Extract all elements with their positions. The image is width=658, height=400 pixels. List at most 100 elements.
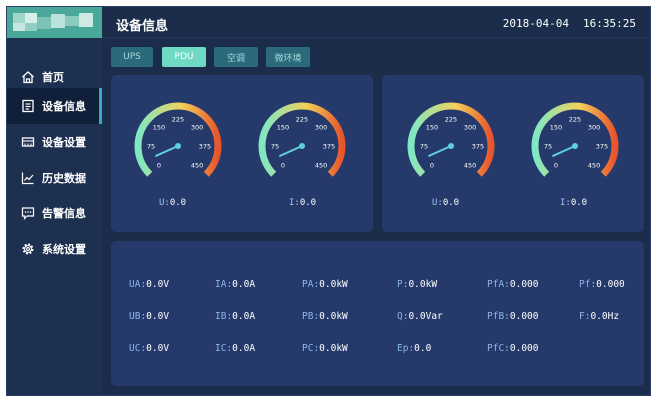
current-readout: I:0.0 <box>289 198 317 208</box>
logo <box>7 7 102 38</box>
gauge-panel-right: 0 75 150 225 300 375 450 0 75 150 225 300 375 450 U:… <box>382 75 644 232</box>
metric-item: Pf:0.000 <box>579 279 625 290</box>
gauge-tick-label: 375 <box>199 143 211 151</box>
metric-value: 0.0kW <box>319 279 348 290</box>
sidebar-item-device-info[interactable]: 设备信息 <box>7 88 102 124</box>
metric-value: 0.0V <box>146 343 170 354</box>
metric-value: 0.0 <box>414 343 432 354</box>
sidebar-item-history[interactable]: 历史数据 <box>7 160 102 196</box>
sidebar-item-system-settings[interactable]: 系统设置 <box>7 231 102 267</box>
metric-item: IA:0.0A <box>215 279 255 290</box>
gauge-tick-label: 225 <box>569 116 581 124</box>
gauge-panel-left: 0 75 150 225 300 375 450 0 75 150 225 300 375 450 U:… <box>111 75 373 232</box>
gauge-tick-label: 300 <box>464 123 476 131</box>
gauge-hub <box>572 143 578 149</box>
sidebar-item-alarms[interactable]: 告警信息 <box>7 195 102 231</box>
readout-value: 0.0 <box>169 198 187 208</box>
sidebar-item-label: 首页 <box>42 71 64 84</box>
gauge-dial: 0 75 150 225 300 375 450 <box>134 102 222 177</box>
metric-label: PfB: <box>487 311 510 322</box>
metric-value: 0.0A <box>232 279 256 290</box>
datetime: 2018-04-04 16:35:25 <box>489 17 636 30</box>
gauge-tick-label: 375 <box>596 143 608 151</box>
metric-item: Q:0.0Var <box>397 311 443 322</box>
gear-icon <box>22 243 34 255</box>
metric-value: 0.0V <box>146 279 170 290</box>
document-list-icon <box>22 99 34 113</box>
voltage-readout: U:0.0 <box>159 198 187 208</box>
tab-ups[interactable]: UPS <box>111 47 153 67</box>
gauge-tick-label: 225 <box>172 116 184 124</box>
metric-item: PfC:0.000 <box>487 343 539 354</box>
gauge-tick-label: 0 <box>281 162 285 170</box>
metric-label: PfC: <box>487 343 510 354</box>
gauge-tick-label: 75 <box>147 143 155 151</box>
page-title: 设备信息 <box>116 19 169 34</box>
gauge-tick-label: 0 <box>430 162 434 170</box>
gauge-tick-label: 300 <box>315 123 327 131</box>
metric-item: PfA:0.000 <box>487 279 539 290</box>
gauge-tick-label: 300 <box>191 123 203 131</box>
gauge-tick-label: 300 <box>588 123 600 131</box>
gauge-needle <box>552 145 576 157</box>
sidebar-item-label: 设备信息 <box>42 100 86 113</box>
metric-value: 0.000 <box>509 279 539 290</box>
gauge-needle <box>155 145 179 157</box>
current-gauge: 0 75 150 225 300 375 450 <box>247 91 357 191</box>
metric-value: 0.0kW <box>319 343 348 354</box>
readout-value: 0.0 <box>442 198 460 208</box>
metric-item: P:0.0kW <box>397 279 437 290</box>
metric-item: PC:0.0kW <box>302 343 348 354</box>
metric-item: PB:0.0kW <box>302 311 348 322</box>
active-indicator <box>99 88 102 124</box>
gauge-tick-label: 75 <box>271 143 279 151</box>
gauge-tick-label: 225 <box>296 116 308 124</box>
message-icon <box>21 207 35 220</box>
metric-item: F:0.0Hz <box>579 311 619 322</box>
gauge-tick-label: 375 <box>472 143 484 151</box>
gauge-tick-label: 0 <box>157 162 161 170</box>
gauge-tick-label: 450 <box>191 162 203 170</box>
gauge-tick-label: 450 <box>315 162 327 170</box>
metric-label: IB: <box>215 311 233 322</box>
sidebar-item-label: 设备设置 <box>42 136 86 149</box>
header: 设备信息 2018-04-04 16:35:25 <box>102 7 650 38</box>
metric-label: PC: <box>302 343 320 354</box>
metric-label: PB: <box>302 311 320 322</box>
voltage-gauge: 0 75 150 225 300 375 450 <box>396 91 506 191</box>
metric-label: IC: <box>215 343 233 354</box>
sidebar-item-label: 历史数据 <box>42 172 86 185</box>
metric-value: 0.0kW <box>408 279 438 290</box>
metric-value: 0.0A <box>232 311 256 322</box>
home-icon <box>22 71 34 84</box>
metric-item: UA:0.0V <box>129 279 169 290</box>
gauge-hub <box>448 143 454 149</box>
tab-air-conditioner[interactable]: 空调 <box>214 47 258 67</box>
metric-value: 0.0A <box>232 343 256 354</box>
gauge-tick-label: 450 <box>588 162 600 170</box>
sidebar-item-label: 系统设置 <box>42 243 86 256</box>
sidebar: 首页 设备信息 设备设置 历史数据 告警信息 系统设置 <box>7 7 102 395</box>
readout-value: 0.0 <box>570 198 588 208</box>
gauge-dial: 0 75 150 225 300 375 450 <box>407 102 495 177</box>
metric-item: PfB:0.000 <box>487 311 539 322</box>
metric-value: 0.0V <box>146 311 170 322</box>
metric-label: UA: <box>129 279 147 290</box>
metric-label: PA: <box>302 279 320 290</box>
current-readout: I:0.0 <box>560 198 588 208</box>
voltage-gauge: 0 75 150 225 300 375 450 <box>123 91 233 191</box>
metric-item: IB:0.0A <box>215 311 255 322</box>
sidebar-item-device-settings[interactable]: 设备设置 <box>7 124 102 160</box>
metric-label: F: <box>579 311 591 322</box>
tab-micro-environment[interactable]: 微环境 <box>266 47 310 67</box>
tab-pdu[interactable]: PDU <box>162 47 206 67</box>
readout-value: 0.0 <box>299 198 317 208</box>
gauge-needle <box>428 145 452 157</box>
gauge-tick-label: 75 <box>420 143 428 151</box>
voltage-readout: U:0.0 <box>432 198 460 208</box>
device-icon <box>21 137 35 147</box>
gauge-tick-label: 225 <box>445 116 457 124</box>
metric-value: 0.0Hz <box>590 311 620 322</box>
metric-label: Ep: <box>397 343 415 354</box>
metric-item: IC:0.0A <box>215 343 255 354</box>
